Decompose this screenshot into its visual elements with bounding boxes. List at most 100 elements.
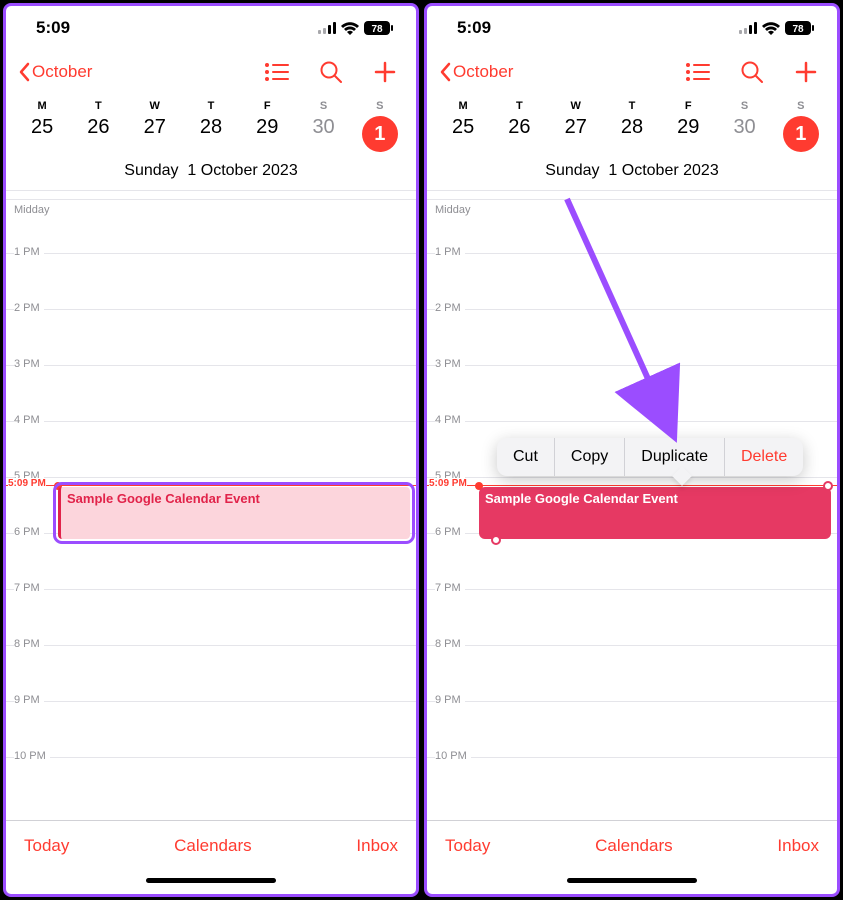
svg-text:78: 78: [792, 24, 804, 35]
day-timeline[interactable]: 10 PM9 PM8 PM7 PM6 PM5 PM4 PM3 PM2 PM1 P…: [427, 190, 837, 820]
day-of-week-label: T: [183, 100, 239, 112]
bottom-toolbar: Today Calendars Inbox: [427, 820, 837, 870]
date-cell[interactable]: 27: [127, 116, 183, 152]
svg-text:78: 78: [371, 24, 383, 35]
week-day-header: MTWTFSS: [6, 94, 416, 114]
day-of-week-label: S: [295, 100, 351, 112]
date-cell[interactable]: 1: [352, 116, 408, 152]
context-menu-cut[interactable]: Cut: [497, 438, 555, 476]
date-cell[interactable]: 27: [548, 116, 604, 152]
full-date-label: Sunday 1 October 2023: [6, 158, 416, 190]
date-cell[interactable]: 28: [183, 116, 239, 152]
hour-row: 7 PM: [6, 589, 416, 645]
hour-row: 1 PM: [6, 253, 416, 309]
battery-icon: 78: [785, 21, 815, 35]
calendar-event-selected[interactable]: Sample Google Calendar Event: [479, 487, 831, 539]
status-bar: 5:09 78: [6, 6, 416, 50]
calendars-button[interactable]: Calendars: [174, 836, 252, 856]
context-menu: CutCopyDuplicateDelete: [497, 438, 803, 476]
phone-screenshot-right: 5:09 78 October: [424, 3, 840, 897]
chevron-left-icon: [18, 62, 30, 82]
hour-row: 4 PM: [6, 421, 416, 477]
day-of-week-label: T: [604, 100, 660, 112]
list-view-icon[interactable]: [685, 59, 711, 85]
cellular-signal-icon: [739, 22, 757, 34]
day-of-week-label: T: [491, 100, 547, 112]
back-label: October: [32, 62, 92, 82]
day-of-week-label: F: [239, 100, 295, 112]
bottom-toolbar: Today Calendars Inbox: [6, 820, 416, 870]
day-of-week-label: S: [716, 100, 772, 112]
day-of-week-label: S: [352, 100, 408, 112]
day-of-week-label: M: [435, 100, 491, 112]
back-label: October: [453, 62, 513, 82]
home-indicator[interactable]: [427, 870, 837, 894]
status-time: 5:09: [36, 18, 70, 38]
date-cell[interactable]: 28: [604, 116, 660, 152]
day-of-week-label: T: [70, 100, 126, 112]
date-cell[interactable]: 25: [14, 116, 70, 152]
event-resize-handle-bottom[interactable]: [491, 535, 501, 545]
date-cell[interactable]: 1: [773, 116, 829, 152]
event-title: Sample Google Calendar Event: [485, 491, 678, 506]
chevron-left-icon: [439, 62, 451, 82]
event-title: Sample Google Calendar Event: [67, 491, 260, 506]
battery-icon: 78: [364, 21, 394, 35]
event-resize-handle-top[interactable]: [823, 481, 833, 491]
hour-row: 9 PM: [6, 701, 416, 757]
wifi-icon: [762, 22, 780, 35]
nav-row: October: [6, 50, 416, 94]
hour-row: 2 PM: [427, 309, 837, 365]
calendar-event[interactable]: Sample Google Calendar Event: [58, 487, 410, 539]
list-view-icon[interactable]: [264, 59, 290, 85]
full-date-label: Sunday 1 October 2023: [427, 158, 837, 190]
add-event-icon[interactable]: [372, 59, 398, 85]
hour-row: 8 PM: [6, 645, 416, 701]
hour-row: 6 PM: [427, 533, 837, 589]
date-cell[interactable]: 30: [716, 116, 772, 152]
day-of-week-label: W: [548, 100, 604, 112]
hour-row: 10 PM: [427, 757, 837, 813]
hour-label: Midday: [14, 204, 53, 216]
hour-row: Midday: [427, 199, 837, 255]
day-of-week-label: S: [773, 100, 829, 112]
day-of-week-label: M: [14, 100, 70, 112]
hour-row: 8 PM: [427, 645, 837, 701]
wifi-icon: [341, 22, 359, 35]
calendars-button[interactable]: Calendars: [595, 836, 673, 856]
week-day-header: MTWTFSS: [427, 94, 837, 114]
hour-row: 1 PM: [427, 253, 837, 309]
back-button[interactable]: October: [18, 62, 264, 82]
add-event-icon[interactable]: [793, 59, 819, 85]
hour-row: 6 PM: [6, 533, 416, 589]
date-cell[interactable]: 29: [660, 116, 716, 152]
context-menu-delete[interactable]: Delete: [725, 438, 803, 476]
date-cell[interactable]: 30: [295, 116, 351, 152]
hour-row: 9 PM: [427, 701, 837, 757]
home-indicator[interactable]: [6, 870, 416, 894]
search-icon[interactable]: [739, 59, 765, 85]
date-cell[interactable]: 25: [435, 116, 491, 152]
date-cell[interactable]: 29: [239, 116, 295, 152]
context-menu-duplicate[interactable]: Duplicate: [625, 438, 725, 476]
date-cell[interactable]: 26: [70, 116, 126, 152]
context-menu-copy[interactable]: Copy: [555, 438, 625, 476]
hour-row: 2 PM: [6, 309, 416, 365]
current-time-indicator: 5:09 PM: [427, 485, 837, 486]
day-of-week-label: W: [127, 100, 183, 112]
today-button[interactable]: Today: [24, 836, 69, 856]
hour-row: 7 PM: [427, 589, 837, 645]
search-icon[interactable]: [318, 59, 344, 85]
inbox-button[interactable]: Inbox: [356, 836, 398, 856]
back-button[interactable]: October: [439, 62, 685, 82]
status-bar: 5:09 78: [427, 6, 837, 50]
hour-row: 10 PM: [6, 757, 416, 813]
inbox-button[interactable]: Inbox: [777, 836, 819, 856]
date-cell[interactable]: 26: [491, 116, 547, 152]
day-timeline[interactable]: 10 PM9 PM8 PM7 PM6 PM5 PM4 PM3 PM2 PM1 P…: [6, 190, 416, 820]
today-button[interactable]: Today: [445, 836, 490, 856]
week-date-row: 2526272829301: [6, 114, 416, 158]
cellular-signal-icon: [318, 22, 336, 34]
hour-row: 3 PM: [6, 365, 416, 421]
hour-row: 3 PM: [427, 365, 837, 421]
